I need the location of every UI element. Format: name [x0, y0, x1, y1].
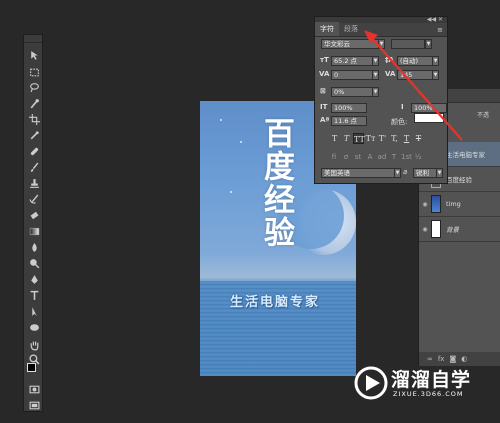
opentype-buttons: fi σ st A ad T 1st ½ [329, 153, 423, 161]
kerning-icon: VA [319, 70, 330, 78]
ordinals-button[interactable]: T [389, 153, 399, 161]
layer-thumbnail [431, 220, 441, 238]
canvas-subtitle-text[interactable]: 生活电脑专家 [230, 291, 320, 310]
faux-bold-button[interactable]: T [329, 133, 340, 144]
annotation-arrow [364, 30, 463, 141]
dodge-tool-icon[interactable] [27, 257, 41, 269]
opacity-label[interactable]: 不透 [477, 110, 489, 119]
antialias-select[interactable]: 锐利 [413, 168, 437, 178]
all-caps-button[interactable]: TT [353, 133, 365, 144]
star-decoration [240, 141, 242, 143]
crop-tool-icon[interactable] [27, 113, 41, 125]
path-selection-tool-icon[interactable] [27, 305, 41, 317]
watermark-name: 溜溜自学 [391, 369, 472, 391]
layer-thumbnail [431, 195, 441, 213]
layer-name: 百度经验 [446, 176, 472, 184]
collapse-icon[interactable]: ◀◀ ✕ [427, 16, 443, 23]
healing-brush-tool-icon[interactable] [27, 145, 41, 157]
swash-button[interactable]: σ [341, 153, 351, 161]
arrow-line [369, 35, 463, 141]
ligature-button[interactable]: fi [329, 153, 339, 161]
pen-tool-icon[interactable] [27, 273, 41, 285]
font-size-icon: тT [320, 56, 329, 64]
hand-tool-icon[interactable] [27, 339, 41, 351]
watermark-url: ZIXUE.3D66.COM [393, 390, 464, 398]
tools-panel-grip[interactable] [24, 35, 42, 43]
titling-alternates-button[interactable]: ad [377, 153, 387, 161]
layer-row-background[interactable]: ◉ 背景 [419, 217, 500, 242]
antialias-dropdown-icon[interactable]: ▼ [436, 168, 443, 178]
marquee-tool-icon[interactable] [27, 66, 41, 78]
tsume-icon: ⊠ [320, 87, 326, 95]
layer-name: timg [446, 200, 461, 208]
gradient-tool-icon[interactable] [27, 225, 41, 237]
canvas-title-text[interactable]: 百度经验 [256, 117, 296, 249]
blur-tool-icon[interactable] [27, 241, 41, 253]
history-brush-tool-icon[interactable] [27, 193, 41, 205]
screen-mode-icon[interactable] [27, 399, 41, 411]
star-decoration [220, 119, 222, 121]
baseline-shift-field[interactable]: 11.6 点 [331, 116, 367, 126]
tab-paragraph[interactable]: 段落 [339, 22, 363, 36]
vertical-scale-field[interactable]: 100% [331, 103, 367, 113]
vertical-scale-icon: IT [320, 103, 328, 111]
clone-stamp-tool-icon[interactable] [27, 177, 41, 189]
stylistic-alternates-button[interactable]: A [365, 153, 375, 161]
star-decoration [230, 191, 232, 193]
quick-mask-icon[interactable] [27, 383, 41, 395]
layer-name: 生活电脑专家 [446, 151, 485, 159]
superscript-ordinal-button[interactable]: 1st [401, 153, 412, 161]
fractions-button[interactable]: ½ [413, 153, 423, 161]
eraser-tool-icon[interactable] [27, 209, 41, 221]
foreground-color-swatch[interactable] [27, 363, 36, 372]
type-tool-icon[interactable] [27, 289, 41, 301]
lasso-tool-icon[interactable] [27, 81, 41, 93]
move-tool-icon[interactable] [27, 49, 41, 61]
shape-tool-icon[interactable] [27, 321, 41, 333]
antialias-icon: a [403, 168, 408, 176]
layer-name: 背景 [446, 226, 459, 234]
tab-character[interactable]: 字符 [315, 22, 339, 36]
baseline-shift-icon: Aª [320, 116, 330, 124]
discretionary-ligature-button[interactable]: st [353, 153, 363, 161]
brush-tool-icon[interactable] [27, 161, 41, 173]
language-select[interactable]: 美国英语 [321, 168, 395, 178]
language-dropdown-icon[interactable]: ▼ [394, 168, 401, 178]
visibility-eye-icon[interactable]: ◉ [419, 201, 431, 208]
watermark: 溜溜自学 ZIXUE.3D66.COM [353, 353, 493, 411]
layer-row-image[interactable]: ◉ timg [419, 192, 500, 217]
tools-panel [23, 34, 43, 412]
eyedropper-tool-icon[interactable] [27, 129, 41, 141]
visibility-eye-icon[interactable]: ◉ [419, 226, 431, 233]
faux-italic-button[interactable]: T [341, 133, 352, 144]
watermark-logo-icon [354, 366, 388, 400]
quick-select-tool-icon[interactable] [27, 97, 41, 109]
